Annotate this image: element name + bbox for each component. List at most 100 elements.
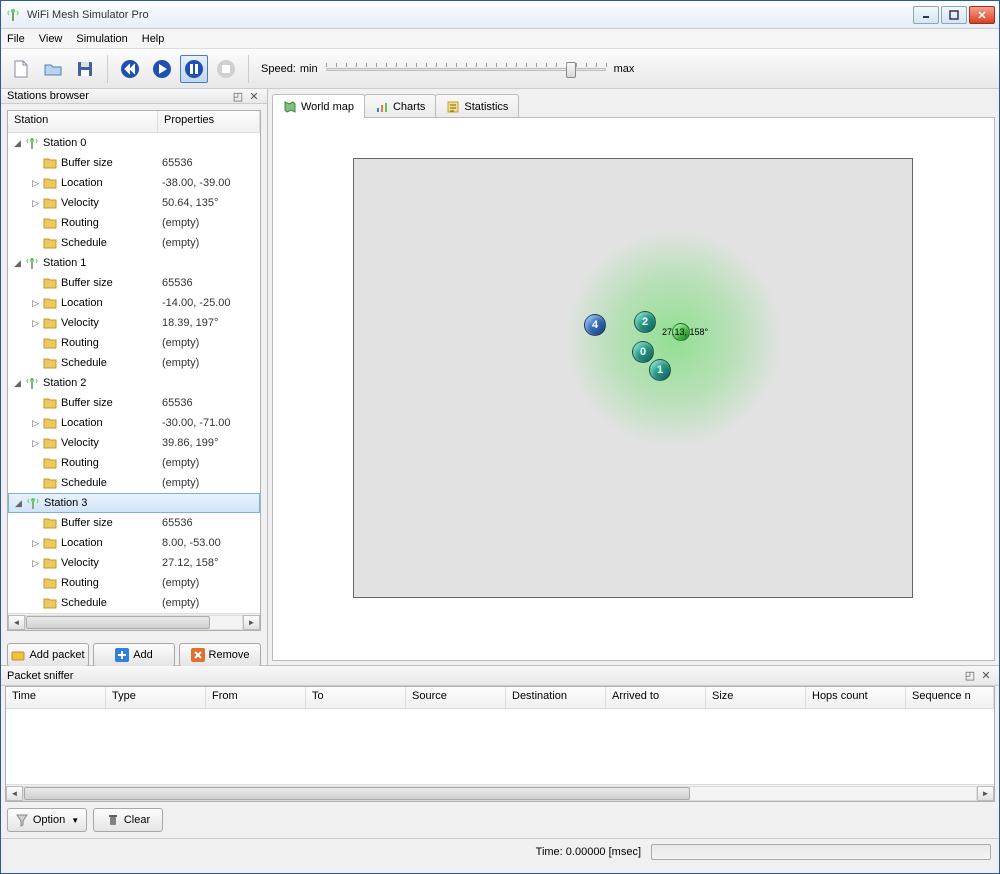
play-icon [152, 59, 172, 79]
col-arrived[interactable]: Arrived to [606, 687, 706, 708]
tree-row[interactable]: Routing(empty) [8, 333, 260, 353]
stats-icon [446, 100, 460, 114]
minimize-button[interactable] [913, 6, 939, 24]
col-type[interactable]: Type [106, 687, 206, 708]
col-hops[interactable]: Hops count [806, 687, 906, 708]
undock-icon[interactable]: ◰ [231, 89, 245, 103]
node-2[interactable]: 2 [634, 311, 656, 333]
menu-view[interactable]: View [39, 33, 63, 45]
menu-bar: File View Simulation Help [1, 29, 999, 49]
add-packet-button[interactable]: Add packet [7, 643, 89, 667]
node-4[interactable]: 4 [584, 314, 606, 336]
pause-icon [184, 59, 204, 79]
packet-sniffer-panel: Packet sniffer ◰ ✕ Time Type From To Sou… [1, 665, 999, 838]
tree-row[interactable]: Buffer size65536 [8, 393, 260, 413]
maximize-button[interactable] [941, 6, 967, 24]
world-map-view[interactable]: 4 2 0 1 27.13, 158° [272, 117, 995, 661]
stations-panel: Stations browser ◰ ✕ Station Properties … [1, 89, 268, 665]
app-icon [5, 7, 21, 23]
tree-row[interactable]: ▷Velocity27.12, 158° [8, 553, 260, 573]
trash-icon [106, 813, 120, 827]
progress-bar [651, 844, 991, 860]
tree-row[interactable]: ◢Station 3 [8, 493, 260, 513]
tree-hscroll[interactable]: ◄► [8, 613, 260, 630]
sniffer-close-icon[interactable]: ✕ [979, 669, 993, 683]
menu-help[interactable]: Help [142, 33, 165, 45]
rewind-icon [120, 59, 140, 79]
tree-row[interactable]: ▷Velocity50.64, 135° [8, 193, 260, 213]
stations-panel-title: Stations browser [7, 90, 89, 102]
tree-row[interactable]: Schedule(empty) [8, 593, 260, 613]
sniffer-undock-icon[interactable]: ◰ [963, 669, 977, 683]
tree-row[interactable]: ▷Location-30.00, -71.00 [8, 413, 260, 433]
tree-row[interactable]: ▷Location-38.00, -39.00 [8, 173, 260, 193]
rewind-button[interactable] [116, 55, 144, 83]
toolbar: Speed: min max [1, 49, 999, 89]
panel-close-icon[interactable]: ✕ [247, 89, 261, 103]
speed-label: Speed: [261, 63, 296, 75]
funnel-icon [15, 813, 29, 827]
window-title: WiFi Mesh Simulator Pro [27, 9, 913, 21]
tree-row[interactable]: Schedule(empty) [8, 473, 260, 493]
col-seq[interactable]: Sequence n [906, 687, 994, 708]
tree-row[interactable]: ▷Location8.00, -53.00 [8, 533, 260, 553]
plus-icon [115, 648, 129, 662]
col-time[interactable]: Time [6, 687, 106, 708]
option-button[interactable]: Option▼ [7, 808, 87, 832]
x-icon [191, 648, 205, 662]
tree-row[interactable]: Routing(empty) [8, 453, 260, 473]
tab-statistics[interactable]: Statistics [435, 94, 519, 118]
col-size[interactable]: Size [706, 687, 806, 708]
tree-row[interactable]: Buffer size65536 [8, 513, 260, 533]
tree-row[interactable]: Schedule(empty) [8, 353, 260, 373]
tree-row[interactable]: ◢Station 1 [8, 253, 260, 273]
sniffer-hscroll[interactable]: ◄► [6, 784, 994, 801]
tree-row[interactable]: Schedule(empty) [8, 233, 260, 253]
menu-file[interactable]: File [7, 33, 25, 45]
speed-slider[interactable] [326, 59, 606, 79]
tree-row[interactable]: Routing(empty) [8, 573, 260, 593]
menu-simulation[interactable]: Simulation [76, 33, 127, 45]
col-from[interactable]: From [206, 687, 306, 708]
remove-button[interactable]: Remove [179, 643, 261, 667]
stations-tree[interactable]: Station Properties ◢Station 0Buffer size… [7, 110, 261, 631]
sniffer-title: Packet sniffer [7, 670, 73, 682]
close-button[interactable] [969, 6, 995, 24]
map-icon [283, 100, 297, 114]
tree-row[interactable]: ◢Station 0 [8, 133, 260, 153]
tree-row[interactable]: Routing(empty) [8, 213, 260, 233]
folder-open-icon [43, 59, 63, 79]
new-button[interactable] [7, 55, 35, 83]
floppy-icon [75, 59, 95, 79]
speed-max-label: max [614, 63, 635, 75]
play-button[interactable] [148, 55, 176, 83]
tree-row[interactable]: ▷Location-14.00, -25.00 [8, 293, 260, 313]
col-source[interactable]: Source [406, 687, 506, 708]
chart-icon [375, 100, 389, 114]
col-station[interactable]: Station [8, 111, 158, 132]
save-button[interactable] [71, 55, 99, 83]
pause-button[interactable] [180, 55, 208, 83]
open-button[interactable] [39, 55, 67, 83]
clear-button[interactable]: Clear [93, 808, 163, 832]
tree-row[interactable]: Buffer size65536 [8, 273, 260, 293]
tree-row[interactable]: Buffer size65536 [8, 153, 260, 173]
col-destination[interactable]: Destination [506, 687, 606, 708]
tab-charts[interactable]: Charts [364, 94, 436, 118]
col-to[interactable]: To [306, 687, 406, 708]
node-0[interactable]: 0 [632, 341, 654, 363]
tab-world-map[interactable]: World map [272, 94, 365, 118]
tree-row[interactable]: ◢Station 2 [8, 373, 260, 393]
tree-row[interactable]: ▷Velocity39.86, 199° [8, 433, 260, 453]
tree-row[interactable]: ▷Velocity18.39, 197° [8, 313, 260, 333]
main-view: World map Charts Statistics 4 2 0 1 27.1… [268, 89, 999, 665]
page-icon [11, 59, 31, 79]
node-velocity-label: 27.13, 158° [662, 327, 708, 337]
add-button[interactable]: Add [93, 643, 175, 667]
stop-button[interactable] [212, 55, 240, 83]
stop-icon [216, 59, 236, 79]
node-1[interactable]: 1 [649, 359, 671, 381]
sniffer-table[interactable]: Time Type From To Source Destination Arr… [5, 686, 995, 802]
packet-icon [11, 648, 25, 662]
col-properties[interactable]: Properties [158, 111, 260, 132]
